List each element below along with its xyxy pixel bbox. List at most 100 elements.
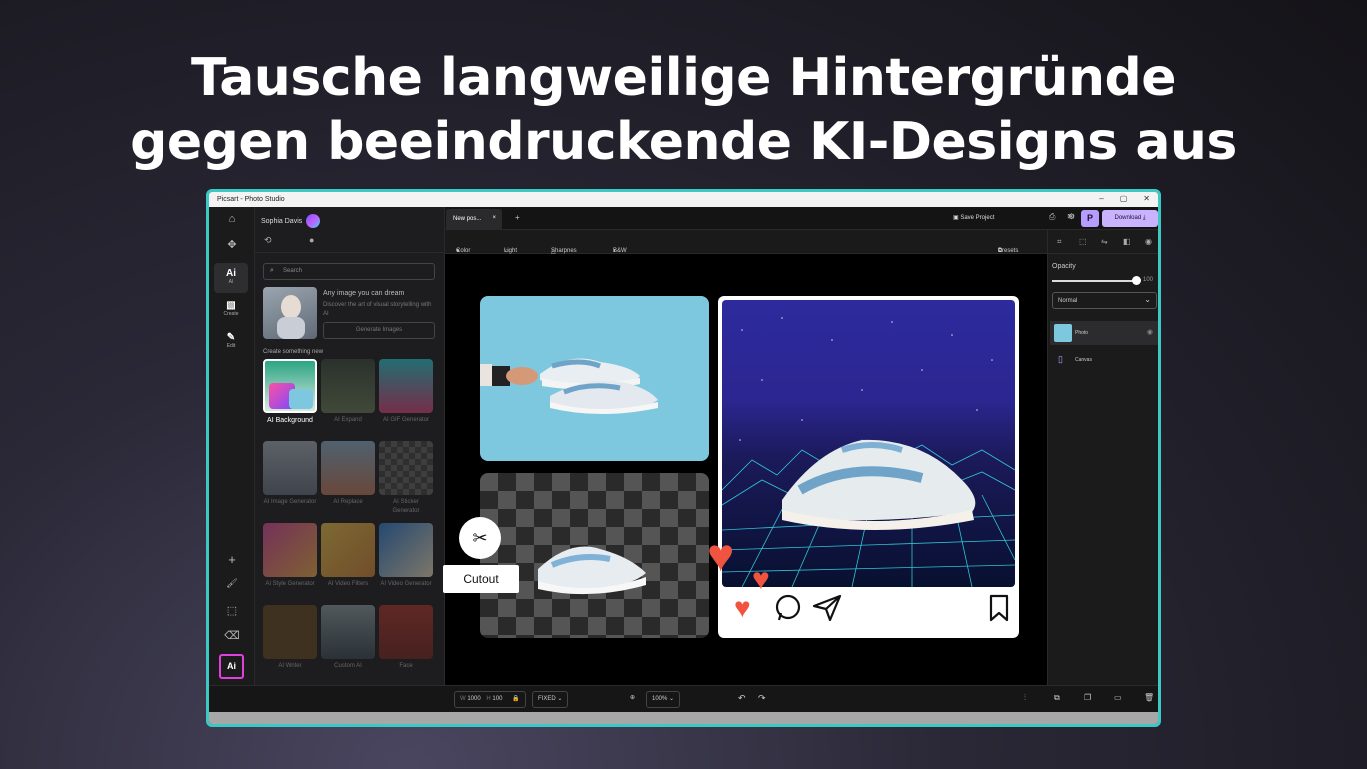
- rail-tab-edit[interactable]: ✎ Edit: [214, 327, 248, 357]
- promo-thumbnail: [263, 287, 317, 339]
- rail-tab-ai[interactable]: Ai AI: [214, 263, 248, 293]
- create-icon: ▧: [226, 300, 236, 311]
- tool-ai-video-generator[interactable]: AI Video Generator: [379, 523, 433, 589]
- layer-item[interactable]: Photo ◉: [1050, 321, 1158, 345]
- add-icon[interactable]: +: [209, 552, 255, 567]
- copy-icon[interactable]: ▭: [1114, 693, 1122, 702]
- section-label: Create something new: [263, 349, 324, 355]
- lock-icon[interactable]: 🔒: [512, 696, 519, 702]
- eraser-icon[interactable]: ⌫: [209, 629, 255, 642]
- undo-icon[interactable]: ↶: [738, 693, 746, 704]
- like-icon[interactable]: ♥: [734, 592, 751, 624]
- comment-icon[interactable]: [774, 594, 802, 622]
- minimize-button[interactable]: –: [1099, 194, 1103, 203]
- app-window: Picsart - Photo Studio – ▢ ✕ ⌂ ✥ Ai AI ▧…: [206, 189, 1161, 727]
- compare-icon[interactable]: ◧: [1123, 237, 1131, 246]
- tool-ai-style-generator[interactable]: AI Style Generator: [263, 523, 317, 589]
- cutout-card: [480, 473, 709, 638]
- panel-subtoolbar: ⟲ ●: [255, 229, 444, 253]
- share-icon[interactable]: [812, 594, 842, 622]
- fixed-size-select[interactable]: FIXED ⌄: [532, 691, 569, 708]
- search-placeholder: Search: [283, 268, 303, 274]
- save-project-button[interactable]: ▣ Save Project: [953, 214, 994, 221]
- maximize-button[interactable]: ▢: [1120, 194, 1128, 203]
- zoom-icon[interactable]: ⊕: [630, 694, 635, 701]
- heart-icon: ♥: [752, 563, 770, 596]
- blend-mode-select[interactable]: Normal ⌄: [1052, 292, 1157, 309]
- align-icon[interactable]: ⫶: [1024, 693, 1026, 703]
- search-input[interactable]: ⌕ Search: [263, 263, 435, 280]
- download-label: Download: [1114, 215, 1142, 221]
- tool-ai-image-generator[interactable]: AI Image Generator: [263, 441, 317, 507]
- ai-button[interactable]: Ai: [219, 654, 244, 679]
- download-button[interactable]: Download ⤓: [1102, 210, 1158, 227]
- opacity-slider-handle[interactable]: [1132, 276, 1141, 285]
- document-tab[interactable]: New pos... ×: [446, 209, 502, 229]
- trash-icon[interactable]: 🗑: [1144, 693, 1154, 702]
- picsart-plus-button[interactable]: P: [1081, 210, 1099, 227]
- tool-ai-sticker-generator[interactable]: AI Sticker Generator: [379, 441, 433, 516]
- heart-icon: ♥: [707, 529, 735, 581]
- rail-tab-create[interactable]: ▧ Create: [214, 295, 248, 325]
- tool-ai-writer[interactable]: AI Writer: [263, 605, 317, 671]
- tool-ai-replace[interactable]: AI Replace: [321, 441, 375, 507]
- duplicate-icon[interactable]: ❐: [1084, 693, 1091, 702]
- opacity-value: 100: [1143, 277, 1154, 283]
- close-tab-icon[interactable]: ×: [492, 215, 496, 221]
- save-project-label: Save Project: [960, 215, 995, 221]
- window-title: Picsart - Photo Studio: [217, 196, 285, 203]
- flip-icon[interactable]: ⇋: [1101, 237, 1108, 246]
- ai-background-image: [722, 300, 1015, 587]
- layer-item[interactable]: ▯ Canvas: [1050, 348, 1158, 372]
- headline-line-2: gegen beeindruckende KI-Designs aus: [130, 112, 1237, 172]
- tool-ai-background[interactable]: AI Background: [263, 359, 317, 426]
- hand-holding-sneakers-image: [480, 358, 658, 414]
- tool-custom-ai[interactable]: Custom AI: [321, 605, 375, 671]
- history-icon[interactable]: ⟲: [264, 235, 272, 246]
- layers-icon[interactable]: ⧉: [1054, 693, 1060, 703]
- ai-icon: Ai: [226, 268, 236, 279]
- left-rail: ⌂ ✥ Ai AI ▧ Create ✎ Edit + 🖌 ⬚ ⌫ Ai: [209, 207, 255, 685]
- height-value[interactable]: 100: [492, 696, 502, 702]
- home-icon[interactable]: ⌂: [209, 213, 255, 225]
- add-tab-button[interactable]: +: [515, 213, 520, 222]
- headline: Tausche langweilige Hintergründe gegen b…: [0, 46, 1367, 174]
- bookmark-icon[interactable]: [988, 594, 1010, 622]
- tool-label: AI Video Filters: [327, 581, 369, 587]
- adjustments-bar: Color ● Light ☼ Sharpnes △ B&W ◐ Presets…: [445, 230, 1047, 255]
- crop-icon[interactable]: ⌗: [1057, 237, 1062, 247]
- layer-thumbnail: [1054, 324, 1072, 342]
- opacity-slider[interactable]: [1052, 280, 1138, 282]
- visibility-icon[interactable]: ◉: [1145, 237, 1152, 246]
- tool-label: Custom AI: [334, 663, 362, 669]
- select-icon[interactable]: ⬚: [209, 604, 255, 617]
- tool-ai-expand[interactable]: AI Expand: [321, 359, 375, 425]
- width-value[interactable]: 1000: [467, 696, 480, 702]
- settings-icon[interactable]: ⚙: [1068, 212, 1075, 221]
- bottom-toolbar: W 1000 H 100 🔒 FIXED ⌄ ⊕ 100% ⌄ ↶ ↷ ⫶ ⧉ …: [209, 685, 1158, 712]
- bottom-strip: [209, 712, 1158, 724]
- tool-ai-video-filters[interactable]: AI Video Filters: [321, 523, 375, 589]
- tool-label: AI Replace: [333, 499, 363, 505]
- generate-images-button[interactable]: Generate Images: [323, 322, 435, 339]
- layer-name: Photo: [1075, 330, 1089, 336]
- close-button[interactable]: ✕: [1143, 194, 1150, 203]
- rail-tab-label: Edit: [226, 343, 236, 349]
- redo-icon[interactable]: ↷: [758, 693, 766, 704]
- tool-ai-gif-generator[interactable]: AI GIF Generator: [379, 359, 433, 425]
- tool-face[interactable]: Face: [379, 605, 433, 671]
- user-profile[interactable]: Sophia Davis: [261, 214, 321, 228]
- zoom-select[interactable]: 100% ⌄: [646, 691, 681, 708]
- print-icon[interactable]: ⎙: [1049, 212, 1055, 222]
- search-icon: ⌕: [270, 267, 274, 274]
- fixed-label: FIXED: [538, 696, 556, 702]
- transform-icon[interactable]: ⬚: [1079, 237, 1087, 246]
- chat-icon[interactable]: ●: [309, 235, 314, 245]
- size-inputs[interactable]: W 1000 H 100 🔒: [454, 691, 526, 708]
- move-icon[interactable]: ✥: [209, 238, 255, 251]
- brush-icon[interactable]: 🖌: [209, 578, 255, 589]
- chevron-down-icon: ⌄: [1144, 295, 1151, 304]
- eye-icon[interactable]: ◉: [1147, 328, 1153, 336]
- editor-canvas[interactable]: ✂ Cutout ♥ ♥ ♥: [443, 254, 1047, 685]
- scissors-icon[interactable]: ✂: [459, 517, 501, 559]
